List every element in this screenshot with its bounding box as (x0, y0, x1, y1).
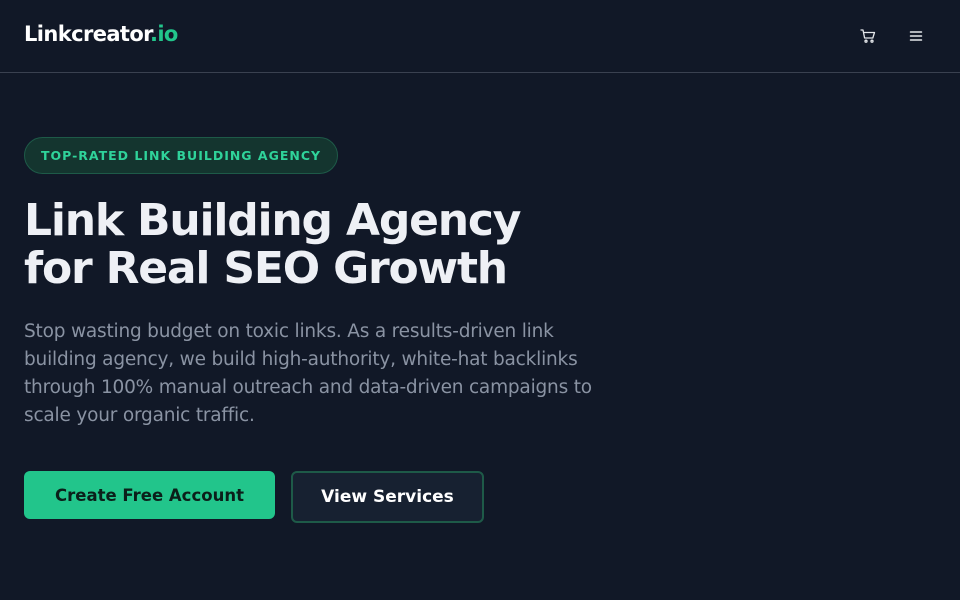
site-header: Linkcreator.io (0, 0, 960, 73)
menu-button[interactable] (904, 24, 928, 48)
hero-badge: TOP-RATED LINK BUILDING AGENCY (24, 137, 339, 174)
view-services-button[interactable]: View Services (291, 471, 484, 523)
create-free-account-button[interactable]: Create Free Account (24, 471, 275, 519)
cart-button[interactable] (856, 24, 880, 48)
page: Linkcreator.io TOP-RATED LINK BUILDING A… (0, 0, 960, 600)
menu-icon (909, 30, 923, 42)
hero-title-line-1: Link Building Agency (24, 195, 521, 246)
hero-description: Stop wasting budget on toxic links. As a… (24, 321, 592, 426)
hero-title: Link Building Agency for Real SEO Growth (24, 197, 644, 293)
logo[interactable]: Linkcreator.io (24, 22, 178, 46)
hero-title-line-2: for Real SEO Growth (24, 243, 508, 294)
cart-icon (860, 28, 876, 44)
logo-main-text: Linkcreator (24, 22, 151, 46)
logo-accent-text: .io (149, 22, 178, 46)
